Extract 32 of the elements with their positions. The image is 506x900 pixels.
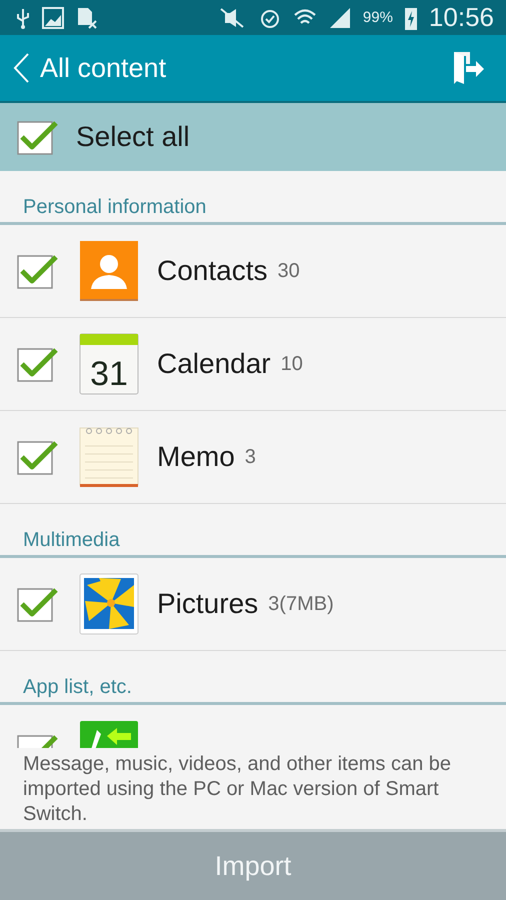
- person-icon: [79, 240, 139, 302]
- item-count: 3(7MB): [268, 592, 334, 616]
- back-icon[interactable]: [12, 52, 30, 84]
- item-name[interactable]: Pictures: [157, 588, 258, 620]
- checkbox[interactable]: [17, 119, 59, 155]
- calendar-icon: 31: [79, 333, 139, 395]
- info-text: Message, music, videos, and other items can be imported using the PC or Mac version of Smart Switch.: [23, 752, 452, 827]
- item-count: 30: [278, 260, 300, 282]
- checkbox[interactable]: [17, 346, 59, 382]
- item-name[interactable]: Calendar: [157, 348, 271, 380]
- checkbox[interactable]: [17, 253, 59, 289]
- exit-door-icon[interactable]: [452, 50, 486, 86]
- select-all-label[interactable]: Select all: [76, 121, 190, 153]
- battery-percent: 99%: [362, 9, 393, 26]
- screen-title: All content: [40, 52, 166, 84]
- item-name[interactable]: Memo: [157, 441, 235, 473]
- item-count: 10: [280, 352, 303, 376]
- image-icon: [42, 6, 64, 28]
- usb-icon: [16, 6, 30, 28]
- notepad-icon: [79, 426, 139, 488]
- section-header: Multimedia: [23, 529, 120, 552]
- sim-card-icon: [76, 6, 98, 28]
- battery-charging-icon: [404, 6, 417, 30]
- clock-time: 10:56: [428, 2, 494, 33]
- section-header: Personal information: [23, 196, 206, 219]
- item-name[interactable]: Contacts: [157, 255, 268, 287]
- signal-icon: [328, 6, 351, 28]
- checkbox[interactable]: [17, 439, 59, 475]
- flower-icon: [79, 573, 139, 635]
- section-header: App list, etc.: [23, 676, 132, 699]
- checkbox[interactable]: [17, 586, 59, 622]
- item-count: 3: [244, 446, 256, 468]
